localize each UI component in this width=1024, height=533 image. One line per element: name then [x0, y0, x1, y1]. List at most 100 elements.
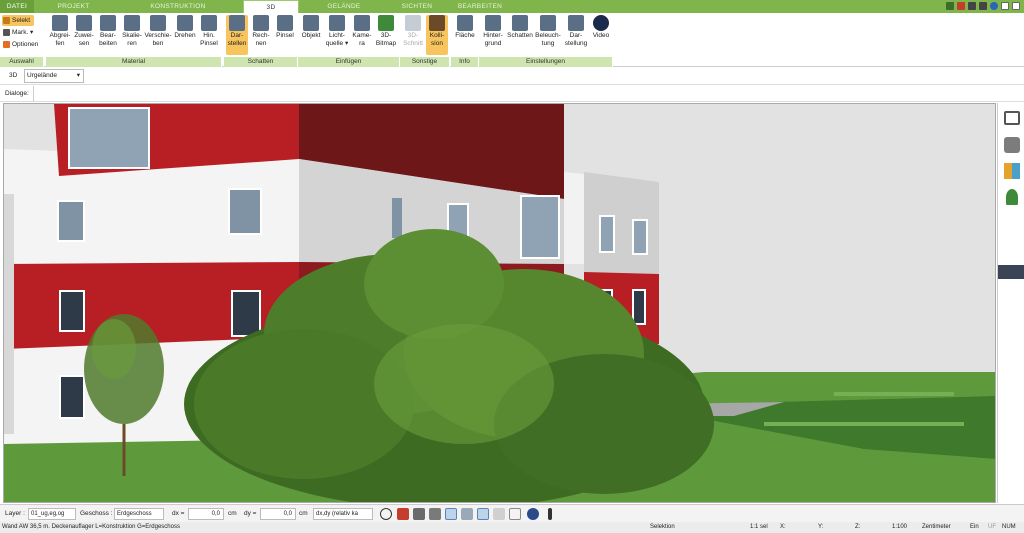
- north-icon[interactable]: [527, 508, 539, 520]
- 3d-schnitt-button[interactable]: 3D- Schnitt: [402, 15, 424, 48]
- 3d-viewport[interactable]: [3, 103, 996, 503]
- 3d-bitmap-button[interactable]: 3D- Bitmap: [374, 15, 398, 48]
- selekt-label: Selekt: [12, 17, 31, 24]
- selekt-button[interactable]: Selekt: [2, 15, 34, 26]
- tab-gelaende[interactable]: GELÄNDE: [299, 0, 389, 13]
- layer-select[interactable]: 01_ug,eg,og: [28, 508, 76, 520]
- tab-datei[interactable]: DATEI: [0, 0, 34, 13]
- surface-icon[interactable]: [493, 508, 505, 520]
- status-y: Y:: [818, 524, 824, 530]
- geschoss-select[interactable]: Erdgeschoss: [114, 508, 164, 520]
- tool-icon[interactable]: [413, 508, 425, 520]
- edit-material-icon: [100, 15, 116, 31]
- optionen-label: Optionen: [12, 41, 39, 48]
- status-sel: 1:1 sel: [750, 524, 768, 530]
- input-toolbar: Layer : 01_ug,eg,og Geschoss : Erdgescho…: [0, 504, 1024, 522]
- btn-line2: ren: [127, 40, 137, 47]
- verschieben-button[interactable]: Verschie-ben: [144, 15, 172, 48]
- tab-bearbeiten[interactable]: BEARBEITEN: [445, 0, 515, 13]
- help-icon[interactable]: [990, 2, 998, 10]
- layout-icon[interactable]: [957, 2, 965, 10]
- video-button[interactable]: Video: [590, 15, 612, 40]
- auswahl-caption: Auswahl: [0, 57, 44, 67]
- btn-line1: Zuwei-: [74, 32, 94, 39]
- plane-icon[interactable]: [477, 508, 489, 520]
- dx-input[interactable]: 0,0: [188, 508, 224, 520]
- layer-select-value: 01_ug,eg,og: [31, 511, 65, 517]
- tab-projekt[interactable]: PROJEKT: [34, 0, 113, 13]
- coord-mode-value: dx,dy (relativ ka: [316, 511, 359, 517]
- dy-label: dy =: [244, 510, 257, 517]
- line-snap-icon[interactable]: [445, 508, 457, 520]
- area-icon: [457, 15, 473, 31]
- schatten-pinsel-button[interactable]: Pinsel: [273, 15, 297, 40]
- optionen-button[interactable]: Optionen: [2, 39, 38, 50]
- kamera-button[interactable]: Kame-ra: [351, 15, 373, 48]
- lichtquelle-button[interactable]: Licht-quelle ▾: [324, 15, 350, 48]
- monitor-icon: [568, 15, 584, 31]
- btn-line2: stellen: [227, 40, 247, 47]
- rechnen-button[interactable]: Rech-nen: [249, 15, 273, 48]
- darstellen-button[interactable]: Dar-stellen: [226, 15, 248, 55]
- mark-dropdown[interactable]: Mark. ▾: [2, 27, 33, 38]
- btn-line1: Abgrei-: [49, 32, 71, 39]
- group-schatten: Dar-stellen Rech-nen Pinsel Schatten: [224, 13, 298, 67]
- large-tree-crown: [364, 229, 504, 339]
- objekt-button[interactable]: Objekt: [299, 15, 323, 40]
- window: [57, 200, 85, 242]
- save-icon[interactable]: [979, 2, 987, 10]
- material-palette-icon[interactable]: [1004, 163, 1020, 179]
- tab-sichten[interactable]: SICHTEN: [389, 0, 445, 13]
- tab-konstruktion[interactable]: KONSTRUKTION: [113, 0, 243, 13]
- btn-line2: sen: [78, 40, 90, 47]
- hin-pinsel-button[interactable]: Hin. Pinsel: [197, 15, 221, 48]
- kollision-button[interactable]: Kolli-sion: [426, 15, 448, 55]
- btn-line2: sion: [431, 40, 443, 47]
- btn-line1: Rech-: [252, 32, 270, 39]
- close-icon[interactable]: [1012, 2, 1020, 10]
- btn-line2: Schnitt: [403, 40, 423, 47]
- material-caption: Material: [46, 57, 222, 67]
- btn-line2: grund: [484, 40, 502, 47]
- record-icon[interactable]: [397, 508, 409, 520]
- btn-line1: Licht-: [329, 32, 345, 39]
- tab-3d[interactable]: 3D: [243, 0, 299, 13]
- abgreifen-button[interactable]: Abgrei-fen: [48, 15, 72, 48]
- clock-icon[interactable]: [380, 508, 392, 520]
- brush-icon: [277, 15, 293, 31]
- btn-line1: Kame-: [352, 32, 372, 39]
- section-cut-icon: [405, 15, 421, 31]
- layers-icon[interactable]: [1004, 111, 1020, 125]
- minimize-icon[interactable]: [1001, 2, 1009, 10]
- pen-icon[interactable]: [946, 2, 954, 10]
- terrain-select-value: Urgelände: [27, 72, 57, 79]
- chair-icon[interactable]: [1004, 137, 1020, 153]
- angle-icon[interactable]: [461, 508, 473, 520]
- schatten-einst-button[interactable]: Schatten: [506, 15, 534, 40]
- grid-icon[interactable]: [509, 508, 521, 520]
- tree-icon[interactable]: [1006, 189, 1018, 205]
- skalieren-button[interactable]: Skalie-ren: [120, 15, 144, 48]
- darstellung-button[interactable]: Dar-stellung: [562, 15, 590, 48]
- ribbon: Selekt Mark. ▾ Optionen Auswahl Abgrei-f…: [0, 13, 1024, 67]
- coord-mode-select[interactable]: dx,dy (relativ ka: [313, 508, 373, 520]
- btn-line1: Pinsel: [276, 32, 294, 39]
- btn-line2: Pinsel: [200, 40, 218, 47]
- beleuchtung-button[interactable]: Beleuch-tung: [534, 15, 562, 48]
- zuweisen-button[interactable]: Zuwei-sen: [72, 15, 96, 48]
- dy-input[interactable]: 0,0: [260, 508, 296, 520]
- panel-toggle-icon[interactable]: [998, 265, 1024, 279]
- print-icon[interactable]: [968, 2, 976, 10]
- terrain-select[interactable]: Urgelände ▾: [24, 69, 84, 83]
- bearbeiten-button[interactable]: Bear-beiten: [96, 15, 120, 48]
- pin-icon[interactable]: [548, 508, 552, 520]
- status-num: NUM: [1002, 524, 1016, 530]
- window: [520, 195, 560, 259]
- drehen-button[interactable]: Drehen: [173, 15, 197, 40]
- flaeche-button[interactable]: Fläche: [453, 15, 477, 40]
- info-caption: Info: [451, 57, 479, 67]
- btn-line1: 3D-: [380, 32, 392, 39]
- snap-icon[interactable]: [429, 508, 441, 520]
- mark-icon: [3, 29, 10, 36]
- hintergrund-button[interactable]: Hinter-grund: [480, 15, 506, 48]
